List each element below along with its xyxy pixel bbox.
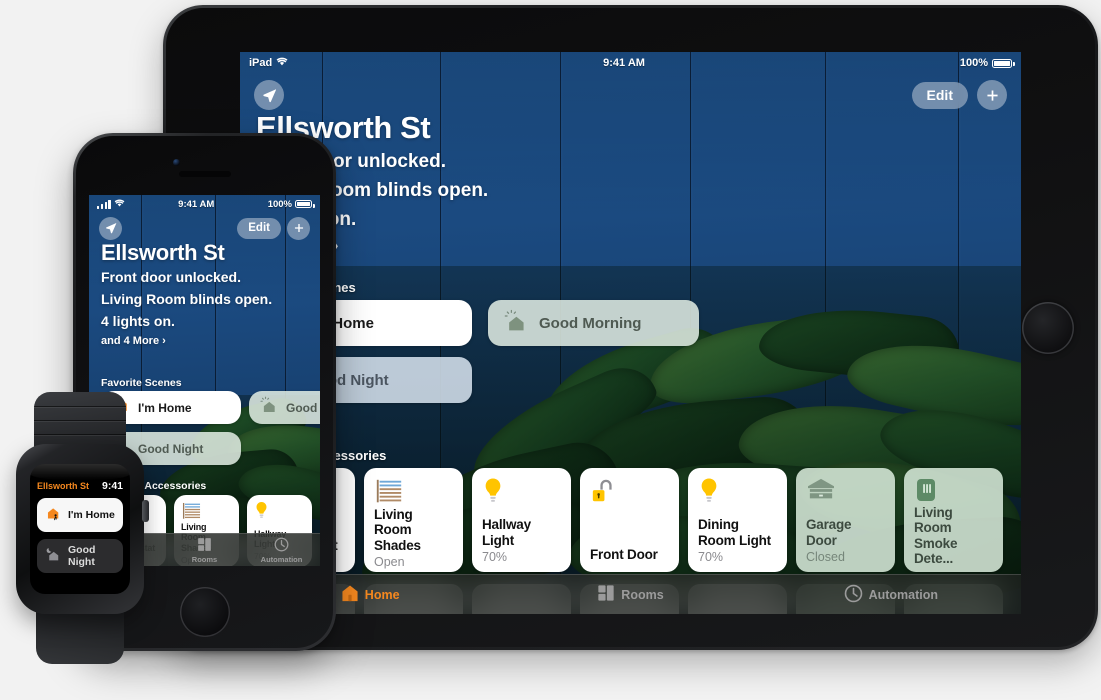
status-line-2: Living Room blinds open.	[101, 290, 273, 307]
iphone-home-headline: Ellsworth St Front door unlocked. Living…	[101, 240, 272, 347]
automation-clock-icon	[274, 537, 289, 554]
watch-scene-label: I'm Home	[68, 509, 115, 521]
iphone-nav-bar: Edit	[89, 215, 320, 241]
watch-clock: 9:41	[101, 480, 123, 492]
accessory-name: Living Room Smoke Dete...	[914, 505, 958, 567]
tab-label: Automation	[260, 554, 303, 564]
plus-icon[interactable]	[977, 80, 1007, 110]
page-title: Ellsworth St	[101, 240, 225, 265]
tab-label: Home	[364, 587, 400, 602]
screen-glare	[30, 464, 130, 480]
accessory-card-garage-door[interactable]: Garage Door Closed	[796, 468, 895, 572]
accessory-state: 70%	[482, 550, 508, 564]
tab-rooms[interactable]: Rooms	[500, 584, 760, 605]
location-arrow-icon[interactable]	[99, 216, 122, 240]
automation-clock-icon	[844, 584, 863, 606]
section-label-scenes: Favorite Scenes	[101, 377, 182, 389]
and-more-link[interactable]: and 4 More ›	[101, 335, 272, 347]
accessory-name: Living Room Shades	[374, 507, 421, 553]
scene-card-good-morning[interactable]: Good Mo	[249, 391, 320, 424]
edit-button[interactable]: Edit	[911, 81, 968, 109]
accessory-name: Hallway Light	[482, 517, 531, 548]
watch-screen: Ellsworth St 9:41 I'm Home Good Night	[30, 464, 130, 594]
unlocked-padlock-icon	[590, 477, 669, 509]
watch-status-bar: Ellsworth St 9:41	[37, 480, 123, 492]
rooms-icon	[197, 537, 212, 554]
watch-scene-card-good-night[interactable]: Good Night	[37, 539, 123, 573]
iphone-status-bar: 9:41 AM 100%	[89, 195, 320, 213]
wifi-icon	[276, 57, 288, 69]
digital-crown[interactable]	[142, 500, 149, 522]
accessory-state: 70%	[698, 550, 724, 564]
accessory-name: Front Door	[590, 546, 658, 562]
status-line-3: 4 lights on.	[101, 312, 175, 329]
edit-button[interactable]: Edit	[237, 217, 281, 239]
ipad-carrier-label: iPad	[249, 57, 273, 69]
rooms-icon	[597, 584, 615, 605]
accessory-card-living-room-smoke-detector[interactable]: Living Room Smoke Dete...	[904, 468, 1003, 572]
cellular-bars-icon	[97, 199, 111, 209]
battery-full-icon	[295, 200, 315, 208]
watch-home-title: Ellsworth St	[37, 481, 90, 491]
ipad-home-button[interactable]	[1022, 301, 1074, 354]
home-icon	[341, 584, 359, 605]
iphone-home-button[interactable]	[179, 587, 230, 637]
tab-rooms[interactable]: Rooms	[166, 537, 243, 564]
accessory-card-hallway-light[interactable]: Hallway Light 70%	[472, 468, 571, 572]
bulb-icon	[482, 477, 561, 509]
bulb-icon	[698, 477, 777, 509]
watch-body: Ellsworth St 9:41 I'm Home Good Night	[16, 444, 149, 614]
tab-automation[interactable]: Automation	[243, 537, 320, 564]
home-sun-icon	[504, 309, 528, 338]
apple-watch-device: Ellsworth St 9:41 I'm Home Good Night	[8, 392, 150, 664]
scene-label: Good Mo	[286, 400, 320, 415]
scene-label: Good Morning	[539, 314, 642, 332]
tab-label: Rooms	[621, 587, 664, 602]
accessory-name: Garage Door	[806, 517, 852, 548]
ipad-nav-bar: Edit	[240, 80, 1021, 110]
garage-icon	[806, 477, 885, 509]
iphone-clock: 9:41 AM	[178, 198, 215, 210]
plus-icon[interactable]	[287, 216, 310, 240]
scene-card-good-morning[interactable]: Good Morning	[488, 300, 699, 346]
blinds-icon	[374, 477, 453, 507]
accessory-state: Closed	[806, 550, 845, 564]
iphone-earpiece	[178, 171, 231, 177]
accessory-name: Dining Room Light	[698, 517, 771, 548]
tab-automation[interactable]: Automation	[761, 584, 1021, 606]
battery-full-icon	[992, 58, 1015, 68]
accessory-card-front-door[interactable]: Front Door	[580, 468, 679, 572]
bulb-icon	[254, 501, 305, 522]
ipad-status-bar: iPad 9:41 AM 100%	[240, 52, 1021, 74]
tab-label: Automation	[868, 587, 939, 602]
smoke-detector-icon	[914, 477, 993, 505]
location-arrow-icon[interactable]	[254, 80, 284, 110]
wifi-icon	[114, 199, 125, 210]
iphone-front-camera-icon	[172, 159, 180, 166]
ipad-screen: iPad 9:41 AM 100% Edit Ellsworth St Fron…	[240, 52, 1021, 614]
accessory-card-living-room-shades[interactable]: Living Room Shades Open	[364, 468, 463, 572]
ipad-battery-percent: 100%	[959, 57, 988, 69]
accessory-state: Open	[374, 555, 405, 570]
status-line-1: Front door unlocked.	[101, 269, 241, 285]
blinds-icon	[181, 501, 232, 522]
watch-scene-label: Good Night	[68, 544, 96, 568]
home-person-icon	[46, 507, 61, 524]
home-moon-icon	[46, 547, 61, 565]
screenshot-stage: iPad 9:41 AM 100% Edit Ellsworth St Fron…	[0, 0, 1101, 700]
accessory-card-dining-room-light[interactable]: Dining Room Light 70%	[688, 468, 787, 572]
home-sun-icon	[260, 396, 278, 419]
watch-scene-card-im-home[interactable]: I'm Home	[37, 498, 123, 532]
ipad-tab-bar: Home Rooms Automation	[240, 574, 1021, 614]
iphone-battery-percent: 100%	[267, 198, 292, 210]
tab-label: Rooms	[191, 554, 218, 564]
ipad-clock: 9:41 AM	[603, 57, 645, 69]
